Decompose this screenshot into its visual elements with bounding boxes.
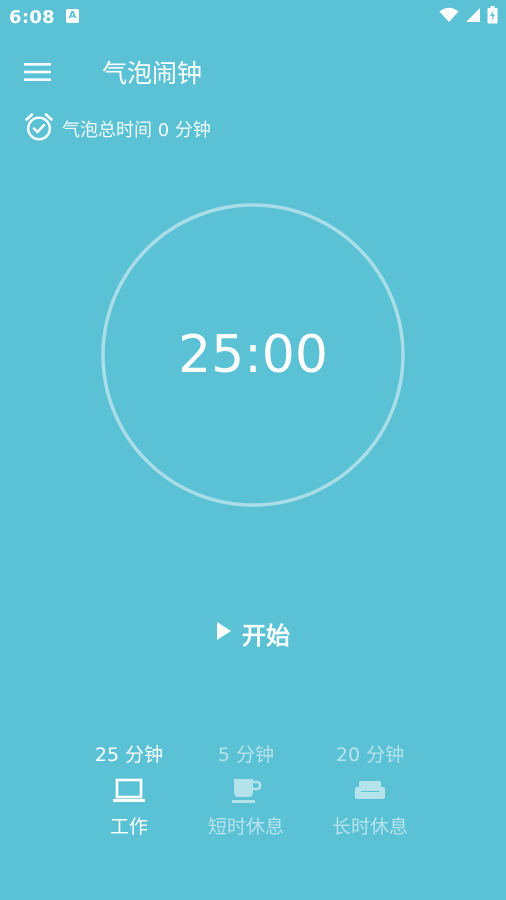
- play-icon: [216, 621, 232, 645]
- status-time: 6:08: [9, 7, 55, 28]
- menu-button[interactable]: [14, 50, 62, 98]
- mode-short-break[interactable]: 5 分钟 短时休息: [181, 740, 311, 858]
- mode-work[interactable]: 25 分钟 工作: [64, 740, 194, 858]
- total-time-text: 气泡总时间 0 分钟: [62, 120, 211, 141]
- mode-label: 长时休息: [331, 816, 408, 838]
- wifi-icon: [439, 7, 459, 27]
- battery-charging-icon: [487, 6, 498, 28]
- start-label: 开始: [242, 621, 290, 650]
- mode-duration: 5 分钟: [217, 744, 275, 766]
- start-button[interactable]: 开始: [190, 606, 316, 660]
- cellular-signal-icon: [465, 7, 481, 27]
- coffee-cup-icon: [181, 770, 311, 812]
- status-icons: [439, 6, 498, 28]
- laptop-icon: [64, 770, 194, 812]
- notification-icon: A: [66, 9, 79, 23]
- mode-duration: 20 分钟: [335, 744, 405, 766]
- app-title: 气泡闹钟: [102, 59, 203, 88]
- menu-icon: [24, 61, 52, 87]
- alarm-clock-check-icon: [24, 112, 54, 146]
- app-bar: 气泡闹钟: [0, 36, 506, 112]
- mode-selector: 25 分钟 工作 5 分钟 短时休息 20 分钟 长时休息: [0, 740, 506, 860]
- mode-label: 工作: [109, 816, 148, 838]
- mode-label: 短时休息: [207, 816, 284, 838]
- mode-long-break[interactable]: 20 分钟 长时休息: [305, 740, 435, 858]
- total-time-row: 气泡总时间 0 分钟: [24, 112, 211, 146]
- mode-duration: 25 分钟: [94, 744, 164, 766]
- timer-display: 25:00: [178, 325, 328, 385]
- status-bar: 6:08 A: [0, 0, 506, 36]
- sofa-icon: [305, 770, 435, 812]
